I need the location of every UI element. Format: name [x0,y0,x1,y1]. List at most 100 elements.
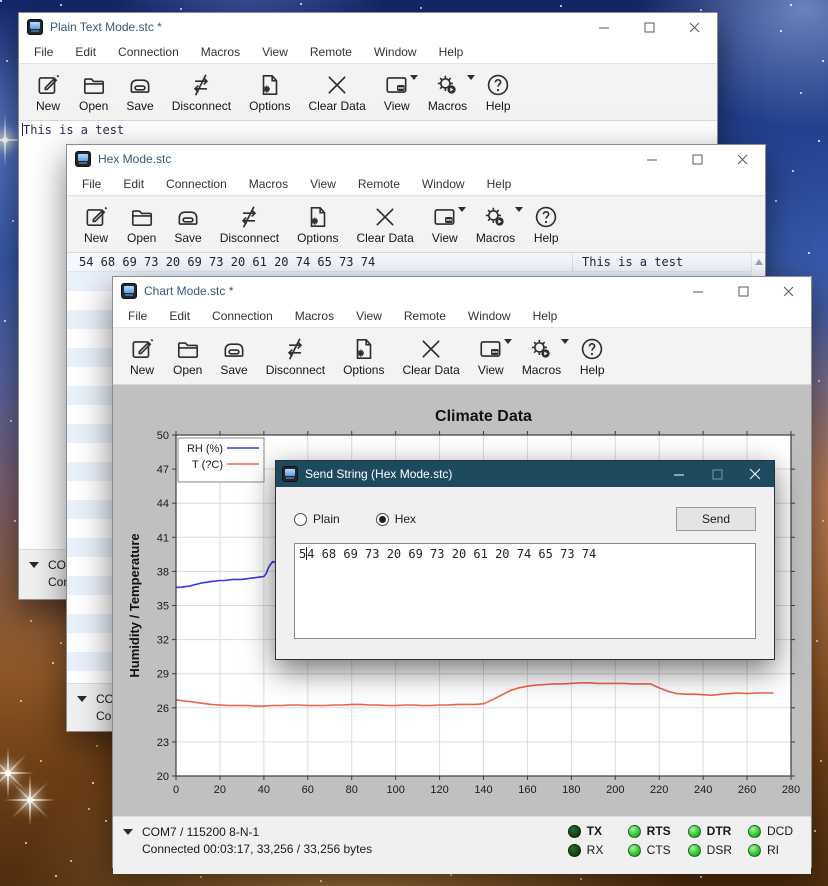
menu-macros[interactable]: Macros [190,45,251,59]
toolbar-button-disconnect[interactable]: Disconnect [166,69,237,115]
menu-connection[interactable]: Connection [107,45,190,59]
toolbar: NewOpenSaveDisconnectOptionsClear DataVi… [113,327,811,385]
view-icon [478,336,504,362]
x-tick-label: 120 [430,784,448,796]
expander-icon[interactable] [77,696,87,702]
connection-state: Connected 00:03:17, 33,256 / 33,256 byte… [142,841,372,858]
minimize-button[interactable] [676,277,721,305]
close-button[interactable] [736,461,774,487]
toolbar-button-save[interactable]: Save [120,69,159,115]
menu-remote[interactable]: Remote [299,45,363,59]
toolbar-button-view[interactable]: View [378,69,416,115]
toolbar-button-help[interactable]: Help [479,69,517,115]
toolbar-button-open[interactable]: Open [167,333,208,379]
y-tick-label: 38 [157,566,169,578]
menu-window[interactable]: Window [363,45,428,59]
view-icon [384,72,410,98]
radio-hex[interactable]: Hex [376,512,416,526]
toolbar-button-new[interactable]: New [29,69,67,115]
radio-label: Hex [395,512,416,526]
toolbar-button-save[interactable]: Save [214,333,253,379]
menu-file[interactable]: File [117,309,158,323]
toolbar-button-new[interactable]: New [77,201,115,247]
toolbar-button-clear-data[interactable]: Clear Data [396,333,465,379]
minimize-button[interactable] [660,461,698,487]
menu-macros[interactable]: Macros [238,177,299,191]
send-string-input[interactable]: 54 68 69 73 20 69 73 20 61 20 74 65 73 7… [294,543,756,639]
menu-view[interactable]: View [299,177,347,191]
app-icon [27,19,43,35]
toolbar-button-macros[interactable]: Macros [470,201,521,247]
app-icon [75,151,91,167]
menu-help[interactable]: Help [476,177,523,191]
menu-file[interactable]: File [71,177,112,191]
titlebar[interactable]: Hex Mode.stc [67,145,765,173]
expander-icon[interactable] [29,562,39,568]
toolbar-button-disconnect[interactable]: Disconnect [214,201,285,247]
toolbar-button-options[interactable]: Options [337,333,390,379]
chart-title: Climate Data [435,408,532,425]
menu-connection[interactable]: Connection [155,177,238,191]
toolbar-button-view[interactable]: View [426,201,464,247]
minimize-button[interactable] [582,13,627,41]
toolbar-button-disconnect[interactable]: Disconnect [260,333,331,379]
toolbar-button-open[interactable]: Open [121,201,162,247]
toolbar-button-options[interactable]: Options [291,201,344,247]
menu-view[interactable]: View [251,45,299,59]
disconnect-icon [282,336,308,362]
toolbar-button-macros[interactable]: Macros [422,69,473,115]
menu-edit[interactable]: Edit [112,177,155,191]
toolbar: NewOpenSaveDisconnectOptionsClear DataVi… [19,63,717,121]
close-button[interactable] [766,277,811,305]
dialog-titlebar[interactable]: Send String (Hex Mode.stc) [276,461,774,487]
minimize-button[interactable] [630,145,675,173]
dropdown-caret-icon [410,75,418,80]
scroll-up-icon[interactable] [755,259,763,265]
toolbar-button-help[interactable]: Help [527,201,565,247]
maximize-button[interactable] [675,145,720,173]
toolbar-button-clear-data[interactable]: Clear Data [350,201,419,247]
radio-unchecked-icon[interactable] [294,513,307,526]
toolbar-button-macros[interactable]: Macros [516,333,567,379]
menu-help[interactable]: Help [522,309,569,323]
y-tick-label: 29 [157,669,169,681]
cts-indicator: CTS [628,843,672,857]
tx-indicator: TX [568,824,612,838]
menu-connection[interactable]: Connection [201,309,284,323]
menu-edit[interactable]: Edit [64,45,107,59]
close-button[interactable] [672,13,717,41]
cts-led-icon [628,844,641,857]
toolbar-button-options[interactable]: Options [243,69,296,115]
menu-window[interactable]: Window [457,309,522,323]
menu-remote[interactable]: Remote [347,177,411,191]
radio-plain[interactable]: Plain [294,512,340,526]
radio-checked-icon[interactable] [376,513,389,526]
maximize-button[interactable] [627,13,672,41]
new-icon [129,336,155,362]
toolbar-button-new[interactable]: New [123,333,161,379]
expander-icon[interactable] [123,829,133,835]
toolbar-button-view[interactable]: View [472,333,510,379]
titlebar[interactable]: Plain Text Mode.stc * [19,13,717,41]
menu-window[interactable]: Window [411,177,476,191]
menu-edit[interactable]: Edit [158,309,201,323]
y-tick-label: 41 [157,532,169,544]
x-tick-label: 140 [474,784,492,796]
toolbar-button-clear-data[interactable]: Clear Data [302,69,371,115]
menu-macros[interactable]: Macros [284,309,345,323]
close-button[interactable] [720,145,765,173]
toolbar-button-help[interactable]: Help [573,333,611,379]
toolbar-button-save[interactable]: Save [168,201,207,247]
menu-remote[interactable]: Remote [393,309,457,323]
maximize-button[interactable] [721,277,766,305]
menu-file[interactable]: File [23,45,64,59]
toolbar-button-open[interactable]: Open [73,69,114,115]
menu-view[interactable]: View [345,309,393,323]
titlebar[interactable]: Chart Mode.stc * [113,277,811,305]
macros-icon [434,72,460,98]
send-button[interactable]: Send [676,507,756,531]
clear-data-icon [372,204,398,230]
connection-port: COM7 / 115200 8-N-1 [142,824,372,841]
menu-help[interactable]: Help [428,45,475,59]
view-icon [432,204,458,230]
